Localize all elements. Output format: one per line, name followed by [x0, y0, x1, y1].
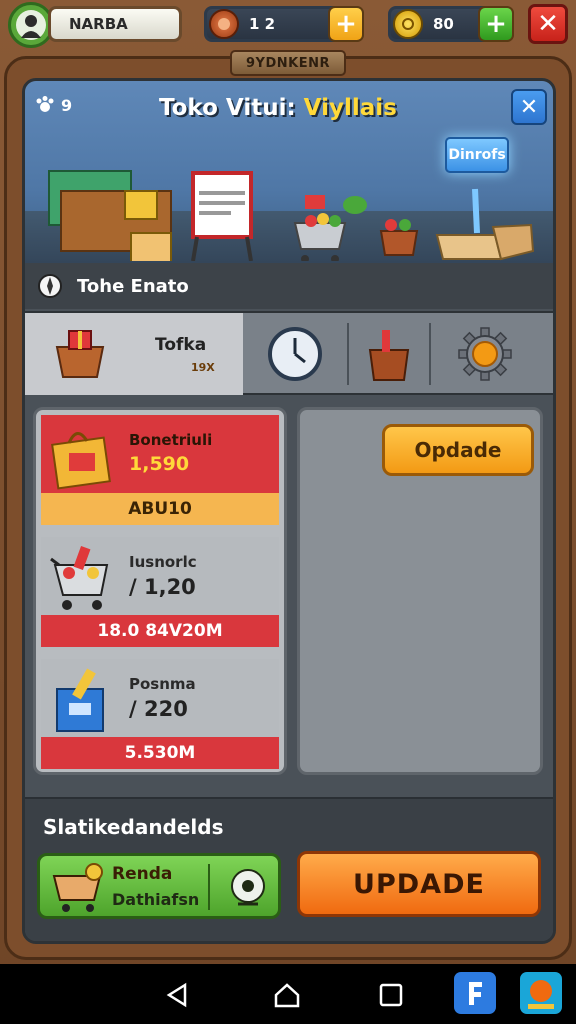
section-title: Tohe Enato [77, 275, 189, 297]
section-header: Tohe Enato [25, 263, 553, 309]
shop-sign: Dinrofs [445, 137, 509, 173]
add-coins-button[interactable]: + [328, 6, 364, 42]
item-price: / 1,20 [129, 575, 196, 599]
bottom-title: Slatikedandelds [43, 815, 224, 839]
rental-sub-label: Dathiafsn [112, 890, 200, 909]
category-tabs: Tofka 19X [25, 311, 553, 395]
paw-icon [36, 96, 54, 112]
rental-label: Renda [112, 864, 173, 884]
shop-screen: 9 Toko Vitui: Viyllais ✕ Dinrofs Tohe En… [22, 78, 556, 944]
tab-gifts-sub: 19X [191, 361, 215, 374]
update-button[interactable]: Opdade [382, 424, 534, 476]
nav-home-button[interactable] [270, 978, 304, 1012]
level-value: 9 [61, 95, 73, 115]
panel-plaque: 9YDNKENR [230, 50, 346, 76]
currency-gold: 80 + [388, 6, 514, 42]
item-detail-pane: Opdade [297, 407, 543, 775]
shop-item[interactable]: Bonetriuli 1,590 ABU10 [41, 415, 279, 527]
item-bar: 5.530M [41, 737, 279, 769]
tab-timer[interactable] [243, 313, 347, 395]
banner-close-button[interactable]: ✕ [511, 89, 547, 125]
app-shortcut-f[interactable] [454, 972, 496, 1014]
shopping-cart-icon [50, 545, 109, 610]
player-avatar-icon [16, 10, 46, 40]
tab-basket[interactable] [349, 313, 429, 395]
gold-coin-icon [393, 9, 423, 39]
currency-gold-value: 80 [433, 15, 454, 33]
basket-icon [368, 330, 410, 381]
level-indicator: 9 [35, 95, 72, 115]
player-name: NARBA [48, 6, 182, 42]
back-icon [166, 982, 187, 1008]
bulb-icon [231, 869, 265, 906]
gear-icon [458, 327, 512, 381]
tab-gifts-label: Tofka [155, 335, 207, 355]
item-bar: 18.0 84V20M [41, 615, 279, 647]
nav-recents-button[interactable] [374, 978, 408, 1012]
bottom-section: Slatikedandelds Renda Dathiafsn UPDADE [25, 797, 553, 941]
shopping-bag-icon [51, 432, 111, 490]
item-price: / 220 [129, 697, 188, 721]
shop-title: Toko Vitui: Viyllais [159, 95, 397, 121]
item-name: Bonetriuli [129, 431, 213, 449]
system-nav-bar [0, 964, 576, 1024]
currency-coins: 1 2 + [204, 6, 364, 42]
shop-item[interactable]: Iusnorlc / 1,20 18.0 84V20M [41, 537, 279, 649]
recents-icon [379, 983, 403, 1007]
tab-gifts[interactable]: Tofka 19X [25, 313, 243, 395]
item-name: Iusnorlc [129, 553, 197, 571]
app-shortcut-game[interactable] [520, 972, 562, 1014]
item-name: Posnma [129, 675, 196, 693]
box-icon [56, 668, 104, 732]
rental-button[interactable]: Renda Dathiafsn [37, 853, 281, 919]
shop-banner: 9 Toko Vitui: Viyllais ✕ Dinrofs [25, 81, 553, 263]
item-price: 1,590 [129, 453, 190, 475]
top-hud: NARBA 1 2 + 80 + ✕ [0, 0, 576, 48]
coin-icon [209, 9, 239, 39]
item-bar: ABU10 [41, 493, 279, 525]
app-icon [469, 982, 482, 1005]
shop-item-list: Bonetriuli 1,590 ABU10 Iusnorlc / 1,20 1… [33, 407, 287, 775]
home-icon [274, 983, 300, 1008]
cart-icon [52, 863, 103, 912]
shop-item[interactable]: Posnma / 220 5.530M [41, 659, 279, 771]
currency-coins-value: 1 2 [249, 15, 276, 33]
close-game-button[interactable]: ✕ [528, 4, 568, 44]
compass-icon [38, 274, 62, 298]
tab-settings[interactable] [431, 313, 539, 395]
nav-back-button[interactable] [160, 978, 194, 1012]
game-app-icon [528, 980, 554, 1009]
clock-icon [268, 327, 322, 381]
update-main-button[interactable]: UPDADE [297, 851, 541, 917]
gift-basket-icon [55, 330, 105, 378]
add-gold-button[interactable]: + [478, 6, 514, 42]
